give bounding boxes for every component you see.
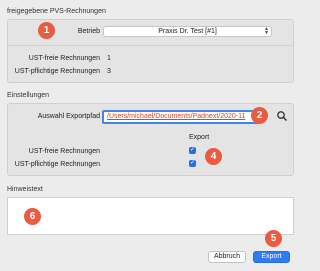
select-stepper-icon: ▲ ▼ <box>264 26 269 36</box>
export-ust-pflichtige-checkbox[interactable]: ✓ <box>189 160 196 167</box>
export-path-input[interactable]: /Users/michael/Documents/Padnext/2020-11 <box>102 110 259 124</box>
ust-freie-count: 1 <box>107 55 111 62</box>
export-path-label: Auswahl Exportpfad <box>37 113 100 120</box>
betrieb-select-value: Praxis Dr. Test [#1] <box>158 28 217 35</box>
export-ust-freie-label: UST-freie Rechnungen <box>28 148 100 155</box>
export-button[interactable]: Export <box>253 251 290 263</box>
ust-freie-label: UST-freie Rechnungen <box>28 55 100 62</box>
ust-pflichtige-label: UST-pflichtige Rechnungen <box>14 68 100 75</box>
cancel-button[interactable]: Abbruch <box>208 251 246 263</box>
divider <box>8 45 293 46</box>
betrieb-select[interactable]: Praxis Dr. Test [#1] ▲ ▼ <box>103 26 272 37</box>
ust-pflichtige-count: 3 <box>107 68 111 75</box>
hinweistext-textarea[interactable] <box>7 197 294 235</box>
export-ust-freie-checkbox[interactable]: ✓ <box>189 147 196 154</box>
section-title-einstellungen: Einstellungen <box>7 92 50 99</box>
search-icon[interactable] <box>276 110 288 122</box>
export-column-header: Export <box>189 134 210 141</box>
annotation-badge-4: 4 <box>205 148 222 165</box>
section-title-hinweistext: Hinweistext <box>7 186 43 193</box>
annotation-badge-6: 6 <box>24 208 41 225</box>
annotation-badge-5: 5 <box>265 230 282 247</box>
annotation-badge-1: 1 <box>38 22 55 39</box>
export-ust-pflichtige-label: UST-pflichtige Rechnungen <box>14 161 100 168</box>
annotation-badge-2: 2 <box>251 107 268 124</box>
section-title-freigegebene: freigegebene PVS-Rechnungen <box>7 8 106 15</box>
